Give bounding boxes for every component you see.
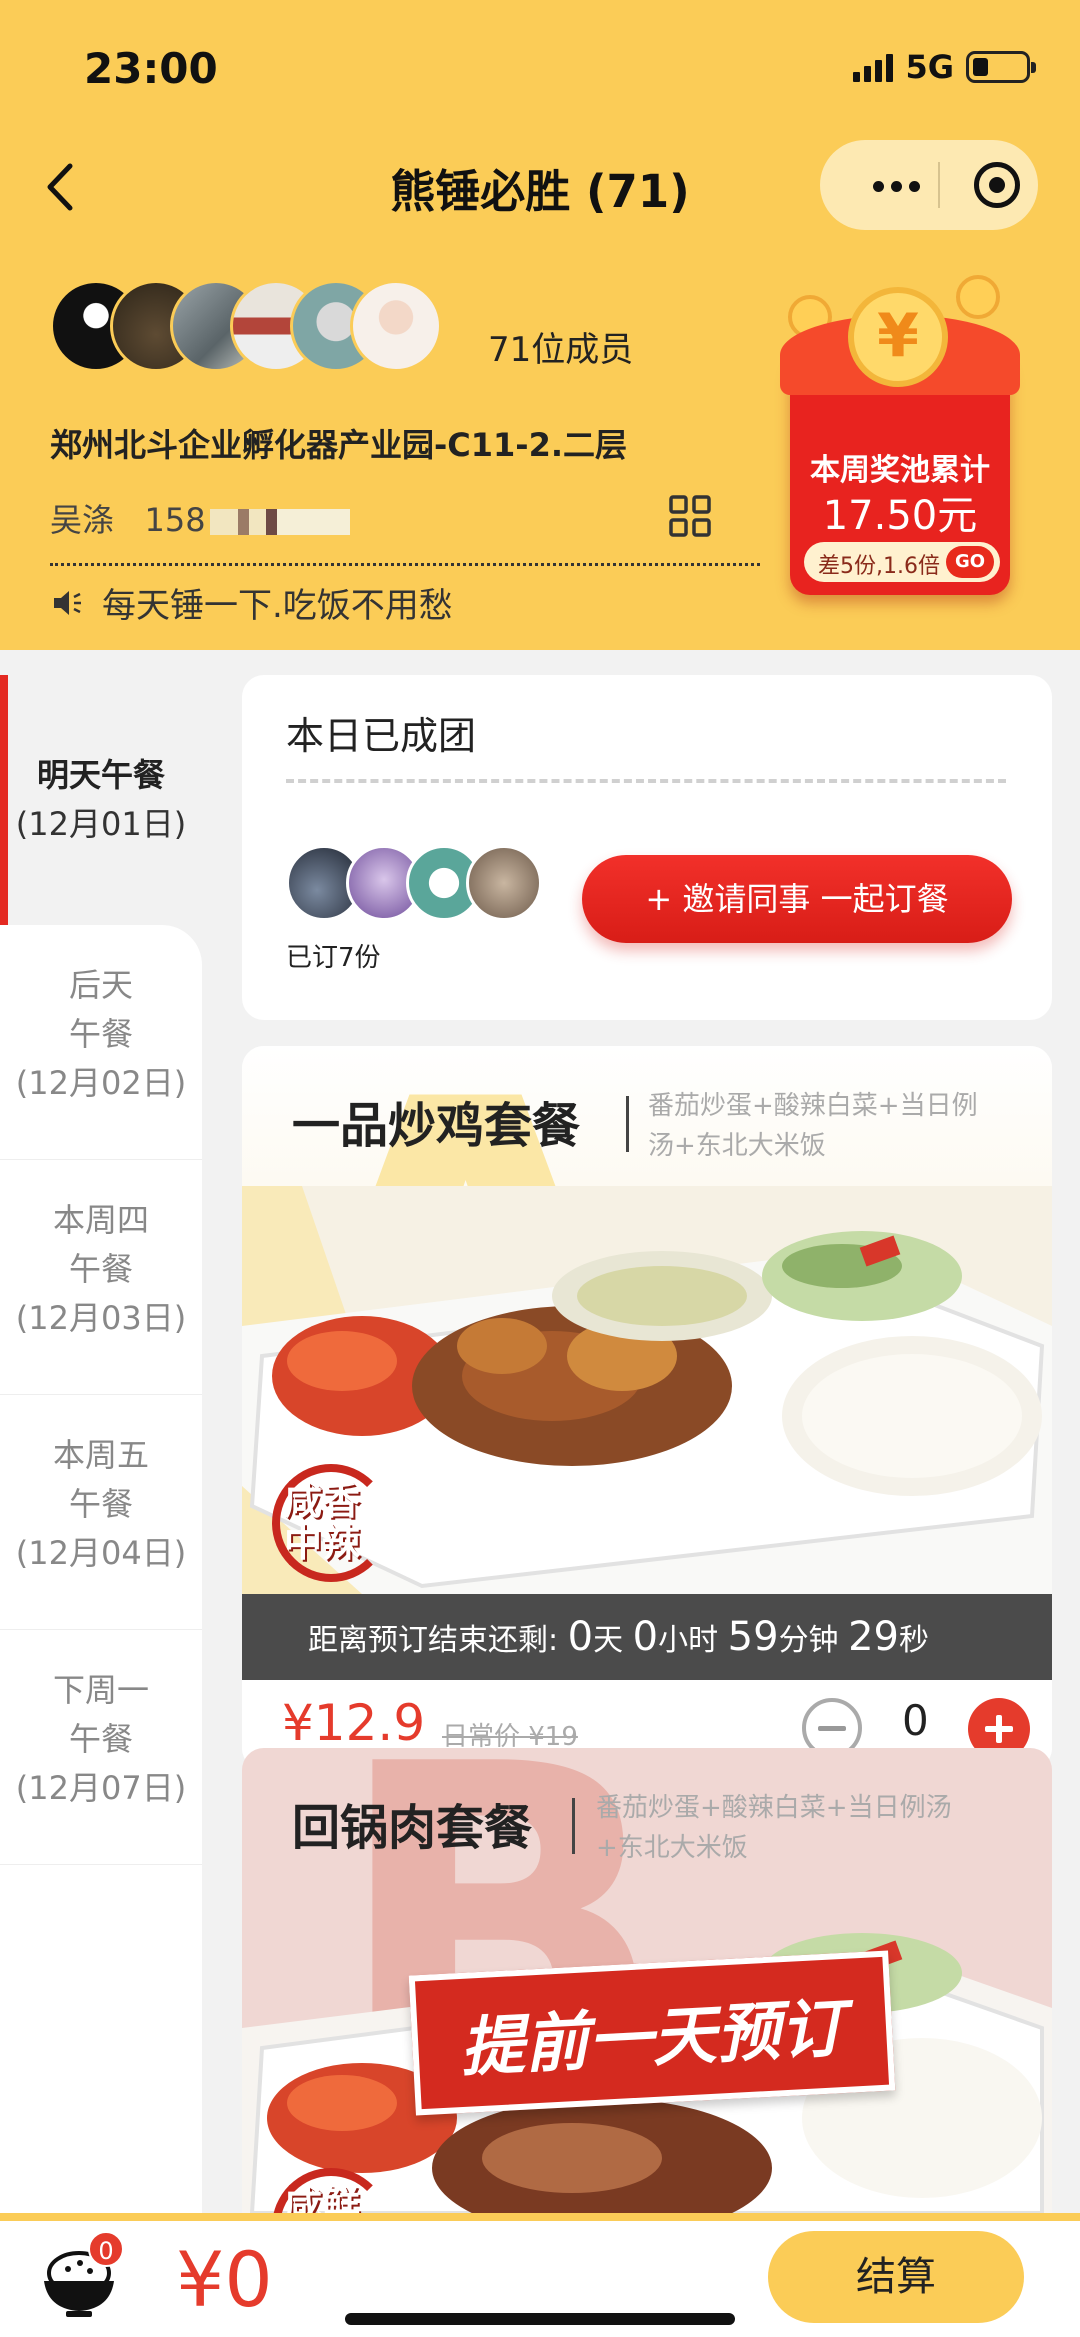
countdown-minutes: 59 [727,1614,779,1660]
reward-note-text: 差5份,1.6倍 [818,554,940,579]
sidebar-item-label: 本周五 [52,1436,149,1474]
sidebar-filler [0,1865,202,2215]
cart-total: ¥0 [176,2235,273,2324]
meal-name: 回锅肉套餐 [292,1800,533,1856]
sidebar-item-meal: 午餐 [68,1250,133,1288]
active-indicator [0,675,8,925]
meal-description: 番茄炒蛋+酸辣白菜+当日例汤 +东北大米饭 [596,1788,952,1868]
meal-card: A 一品炒鸡套餐 番茄炒蛋+酸辣白菜+当日例 汤+东北大米饭 咸香中辣 距离预订… [242,1046,1052,1770]
phone-mask [209,509,350,535]
sidebar-item-label: 本周四 [52,1201,149,1239]
order-countdown: 距离预订结束还剩: 0天 0小时 59分钟 29秒 [242,1594,1052,1680]
quantity-value: 0 [902,1696,929,1745]
sidebar-item-date: (12月03日) [15,1299,187,1337]
checkout-button[interactable]: 结算 [768,2231,1024,2323]
group-header: 23:00 5G 熊锤必胜 (71) 71位成员 郑州北斗企业孵化器产业园-C1… [0,0,1080,650]
miniprogram-capsule [820,140,1038,230]
delivery-address: 郑州北斗企业孵化器产业园-C11-2.二层 [50,426,628,464]
meal-name: 一品炒鸡套餐 [292,1098,581,1154]
countdown-unit: 小时 [658,1623,719,1658]
status-time: 23:00 [84,44,218,93]
meal-divider [572,1798,575,1854]
grid-qr-icon[interactable] [668,494,712,538]
sidebar-item-tomorrow[interactable]: 明天午餐 (12月01日) [0,675,202,925]
sidebar-item-label: 明天午餐 [36,756,165,794]
sidebar-item-date: (12月04日) [15,1534,187,1572]
meal-price: ¥12.9 [282,1694,426,1752]
reward-amount: 17.50元 [822,493,978,539]
meal-divider [626,1096,629,1152]
status-icons: 5G [853,48,1036,86]
member-count[interactable]: 71位成员 [488,322,633,371]
yuan-coin-icon: ¥ [848,287,948,387]
dashed-divider [286,779,1006,783]
preorder-banner: 提前一天预订 [408,1950,896,2116]
contact-info: 吴涤 158 [50,495,350,541]
reward-pool-redpacket[interactable]: ¥ 本周奖池累计 17.50元 差5份,1.6倍 GO [760,255,1025,607]
meal-header: A 一品炒鸡套餐 番茄炒蛋+酸辣白菜+当日例 汤+东北大米饭 [242,1046,1052,1536]
sidebar-item-next-monday[interactable]: 下周一 午餐 (12月07日) [0,1630,202,1865]
reward-note: 差5份,1.6倍 GO [804,542,1000,582]
date-sidebar: 明天午餐 (12月01日) 后天 午餐 (12月02日) 本周四 午餐 (12月… [0,675,202,2215]
avatar [350,280,442,372]
header-divider [50,563,760,566]
cart-bar: 0 ¥0 结算 [0,2213,1080,2337]
notice-text: 每天锤一下.吃饭不用愁 [102,586,453,626]
sidebar-item-date: (12月01日) [15,805,187,843]
ordered-avatars [286,845,546,921]
signal-icon [853,52,894,82]
meal-desc-line: 番茄炒蛋+酸辣白菜+当日例汤 [596,1793,952,1823]
speaker-icon [54,590,81,615]
close-target-icon[interactable] [974,162,1020,208]
home-indicator [345,2313,735,2325]
countdown-unit: 分钟 [778,1623,839,1658]
flavor-tag: 咸香 中辣 [272,1464,390,1582]
member-avatars[interactable] [50,280,460,372]
flavor-tag-text: 咸香 中辣 [284,1479,361,1565]
sidebar-item-date: (12月07日) [15,1769,187,1807]
notice-bar: 每天锤一下.吃饭不用愁 [50,578,453,627]
sidebar-item-meal: 午餐 [68,1720,133,1758]
sidebar-item-label: 后天 [68,966,133,1004]
sidebar-item-meal: 午餐 [68,1485,133,1523]
more-icon[interactable] [856,166,936,206]
meal-card: B 回锅肉套餐 番茄炒蛋+酸辣白菜+当日例汤 +东北大米饭 提前一天预订 咸鲜 [242,1748,1052,2213]
flavor-tag-text: 咸鲜 [284,2183,361,2213]
capsule-divider [938,162,940,208]
countdown-label: 距离预订结束还剩: [308,1623,559,1658]
meal-description: 番茄炒蛋+酸辣白菜+当日例 汤+东北大米饭 [648,1086,978,1166]
group-status-title: 本日已成团 [286,714,477,758]
contact-name: 吴涤 [50,501,115,539]
battery-icon [966,51,1036,83]
countdown-days: 0 [567,1614,594,1660]
sidebar-item-date: (12月02日) [15,1064,187,1102]
meal-desc-line: 汤+东北大米饭 [648,1131,826,1161]
countdown-unit: 秒 [899,1623,930,1658]
meal-header: B 回锅肉套餐 番茄炒蛋+酸辣白菜+当日例汤 +东北大米饭 [242,1748,1052,2148]
sidebar-item-label: 下周一 [52,1671,149,1709]
meal-desc-line: 番茄炒蛋+酸辣白菜+当日例 [648,1091,978,1121]
coin-icon [956,275,1000,319]
preorder-banner-text: 提前一天预订 [458,1991,846,2086]
sidebar-item-friday[interactable]: 本周五 午餐 (12月04日) [0,1395,202,1630]
go-button[interactable]: GO [946,546,994,578]
sidebar-item-thursday[interactable]: 本周四 午餐 (12月03日) [0,1160,202,1395]
cart-count-badge: 0 [88,2231,124,2267]
sidebar-item-meal: 午餐 [68,1015,133,1053]
meal-desc-line: +东北大米饭 [596,1833,748,1863]
countdown-seconds: 29 [848,1614,900,1660]
contact-phone: 158 [144,501,206,539]
network-type: 5G [905,48,954,86]
invite-colleagues-button[interactable]: + 邀请同事 一起订餐 [582,855,1012,943]
countdown-hours: 0 [632,1614,659,1660]
group-status-card: 本日已成团 已订7份 + 邀请同事 一起订餐 [242,675,1052,1020]
ordered-count: 已订7份 [286,943,381,973]
sidebar-item-day-after[interactable]: 后天 午餐 (12月02日) [0,925,202,1160]
avatar [466,845,542,921]
countdown-unit: 天 [593,1623,624,1658]
